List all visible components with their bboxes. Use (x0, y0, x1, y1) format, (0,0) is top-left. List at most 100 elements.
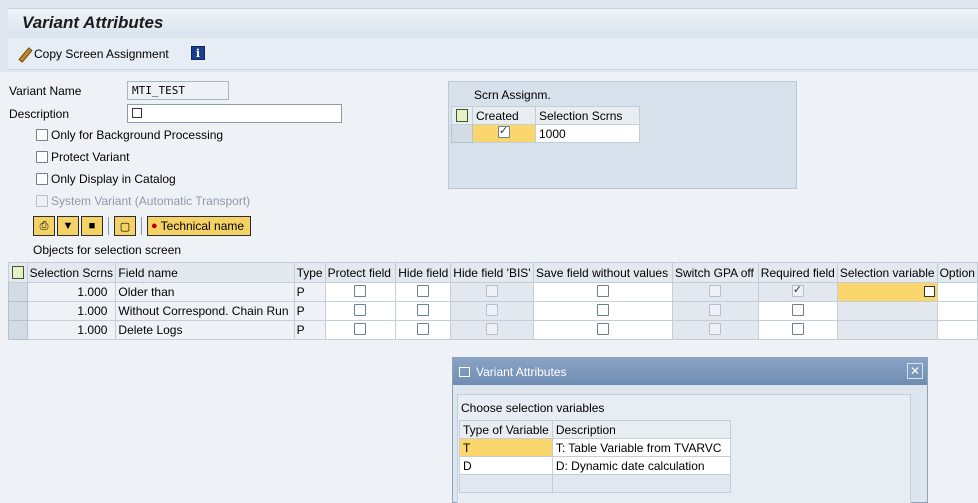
column-protect-field[interactable]: Protect field (324, 262, 397, 283)
protect-field-cell[interactable] (324, 320, 397, 340)
display-in-catalog-checkbox[interactable] (36, 173, 48, 185)
system-variant-label: System Variant (Automatic Transport) (51, 194, 251, 208)
table-toolbar: ⎙ ▼ ■ ▢ ● Technical name (33, 216, 252, 236)
column-field-name[interactable]: Field name (115, 262, 295, 283)
protect-field-checkbox[interactable] (354, 284, 367, 297)
technical-name-icon: ● (151, 220, 158, 232)
column-created[interactable]: Created (472, 106, 536, 125)
created-cell[interactable] (472, 124, 536, 143)
variable-description-cell[interactable]: T: Table Variable from TVARVC (551, 438, 731, 457)
field-name-cell: Without Correspond. Chain Run (115, 301, 295, 321)
variable-description-cell[interactable]: D: Dynamic date calculation (551, 456, 731, 475)
system-variant-option: System Variant (Automatic Transport) (36, 194, 250, 208)
switch-gpa-off-checkbox (709, 322, 722, 335)
protect-field-cell[interactable] (324, 301, 397, 321)
column-selection-scrns[interactable]: Selection Scrns (26, 262, 117, 283)
type-cell: P (293, 282, 326, 302)
created-checkbox[interactable] (498, 124, 510, 138)
option-cell[interactable] (936, 301, 978, 321)
column-save-without-values[interactable]: Save field without values (533, 262, 673, 283)
hide-field-checkbox[interactable] (417, 303, 430, 316)
hide-field-bis-checkbox (486, 303, 499, 316)
row-selector[interactable] (8, 301, 28, 321)
main-content: Variant Name MTI_TEST Description Only f… (0, 72, 978, 503)
hide-field-checkbox[interactable] (417, 284, 430, 297)
toolbar-separator (141, 217, 142, 235)
table-settings-icon[interactable] (451, 106, 473, 125)
column-selection-variable[interactable]: Selection variable (836, 262, 938, 283)
protect-field-cell[interactable] (324, 282, 397, 302)
variant-name-field[interactable]: MTI_TEST (127, 81, 229, 100)
filter-button[interactable]: ▼ (57, 216, 79, 236)
required-field-checkbox[interactable] (791, 303, 804, 316)
row-selector[interactable] (8, 282, 28, 302)
dialog-title-bar[interactable]: Variant Attributes (453, 358, 927, 385)
protect-field-checkbox[interactable] (354, 303, 367, 316)
technical-name-button[interactable]: ● Technical name (147, 216, 252, 236)
column-type[interactable]: Type (293, 262, 326, 283)
protect-field-checkbox[interactable] (354, 322, 367, 335)
save-without-values-cell[interactable] (533, 282, 673, 302)
column-switch-gpa-off[interactable]: Switch GPA off (671, 262, 759, 283)
hide-field-checkbox[interactable] (417, 322, 430, 335)
row-selector[interactable] (451, 124, 473, 143)
save-without-values-checkbox[interactable] (596, 322, 609, 335)
required-field-cell[interactable] (757, 301, 838, 321)
protect-variant-checkbox[interactable] (36, 151, 48, 163)
title-bar: Variant Attributes (8, 8, 978, 38)
selection-variable-cell[interactable] (836, 282, 938, 302)
protect-variant-option[interactable]: Protect Variant (36, 150, 129, 164)
find-button[interactable]: ■ (81, 216, 103, 236)
background-processing-option[interactable]: Only for Background Processing (36, 128, 223, 142)
switch-gpa-off-cell (671, 301, 759, 321)
variable-type-cell (459, 474, 553, 493)
column-type-of-variable[interactable]: Type of Variable (459, 420, 553, 439)
variable-type-cell[interactable]: T (459, 438, 553, 457)
print-button[interactable]: ⎙ (33, 216, 55, 236)
info-icon[interactable]: i (191, 46, 205, 60)
close-icon[interactable]: ✕ (907, 363, 923, 379)
column-description[interactable]: Description (551, 420, 731, 439)
column-required-field[interactable]: Required field (757, 262, 838, 283)
dialog-header: Choose selection variables (461, 401, 605, 415)
hide-field-bis-cell (450, 320, 535, 340)
selection-scrns-cell: 1.000 (26, 282, 117, 302)
variable-type-cell[interactable]: D (459, 456, 553, 475)
variant-name-label: Variant Name (9, 84, 82, 98)
hide-field-cell[interactable] (395, 301, 452, 321)
column-hide-field[interactable]: Hide field (395, 262, 452, 283)
hide-field-bis-cell (450, 301, 535, 321)
save-without-values-checkbox[interactable] (596, 284, 609, 297)
export-button[interactable]: ▢ (114, 216, 136, 236)
hide-field-cell[interactable] (395, 320, 452, 340)
document-icon: ▢ (119, 220, 131, 233)
save-without-values-cell[interactable] (533, 301, 673, 321)
copy-screen-assignment-button[interactable]: Copy Screen Assignment (18, 47, 169, 61)
copy-screen-assignment-label: Copy Screen Assignment (34, 47, 169, 61)
binoculars-icon: ■ (88, 220, 96, 232)
background-processing-checkbox[interactable] (36, 129, 48, 141)
value-help-icon[interactable] (923, 286, 935, 297)
column-option[interactable]: Option (936, 262, 978, 283)
selection-scrns-cell: 1.000 (26, 301, 117, 321)
row-selector[interactable] (8, 320, 28, 340)
objects-header: Objects for selection screen (33, 243, 182, 257)
hide-field-bis-checkbox (486, 284, 499, 297)
option-cell[interactable] (936, 282, 978, 302)
description-field[interactable] (127, 104, 342, 123)
required-field-checkbox[interactable] (791, 322, 804, 335)
variable-description-cell (551, 474, 731, 493)
save-without-values-cell[interactable] (533, 320, 673, 340)
pencil-icon (18, 48, 30, 60)
hide-field-cell[interactable] (395, 282, 452, 302)
column-selection-scrns[interactable]: Selection Scrns (535, 106, 640, 125)
toolbar: Copy Screen Assignment i (8, 38, 978, 70)
selection-variables-table: Type of Variable Description T T: Table … (459, 420, 910, 493)
column-hide-field-bis[interactable]: Hide field 'BIS' (450, 262, 535, 283)
display-in-catalog-option[interactable]: Only Display in Catalog (36, 172, 176, 186)
required-field-cell[interactable] (757, 320, 838, 340)
option-cell[interactable] (936, 320, 978, 340)
table-settings-icon[interactable] (8, 262, 28, 283)
save-without-values-checkbox[interactable] (596, 303, 609, 316)
screen-assignment-table: Created Selection Scrns 1000 (451, 106, 640, 143)
